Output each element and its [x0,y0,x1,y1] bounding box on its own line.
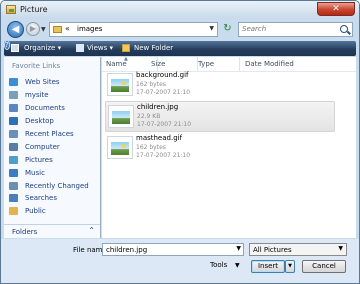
folder-icon [53,26,62,33]
recently-changed-icon [9,181,18,190]
sidebar-item-recent-places[interactable]: Recent Places [9,128,99,141]
column-header-size[interactable]: Size [147,57,198,71]
help-icon[interactable]: ? [4,40,10,50]
sidebar-item-music[interactable]: Music [9,166,99,179]
address-path[interactable]: images [77,25,102,33]
sidebar-item-searches[interactable]: Searches [9,192,99,205]
tools-menu[interactable]: Tools [210,261,227,269]
sidebar-item-label: Web Sites [25,78,60,87]
address-bar[interactable]: « images ▼ [49,22,218,37]
close-button[interactable]: ✕ [317,2,355,16]
sidebar-item-label: Pictures [25,155,53,164]
sidebar-item-web-sites[interactable]: Web Sites [9,76,99,89]
pictures-icon [9,155,18,164]
documents-icon [9,104,18,113]
folders-label: Folders [12,228,38,236]
chevron-down-icon[interactable]: ▼ [235,262,240,269]
recent-pages-dropdown[interactable]: ▼ [41,26,46,33]
file-date: 17-07-2007 21:10 [136,152,191,159]
chevron-down-icon[interactable]: ▼ [338,245,343,252]
sidebar-item-label: Recent Places [25,130,74,138]
file-name: children.jpg [137,103,179,111]
insert-button[interactable]: Insert [251,260,285,273]
sidebar-item-pictures[interactable]: Pictures [9,153,99,166]
favorite-links-list: Web Sites mysite Documents Desktop Recent Pl… [9,76,99,218]
public-icon [9,207,18,216]
picture-icon [6,5,16,14]
address-chevron[interactable]: « [65,24,70,33]
file-name-value[interactable]: children.jpg [106,246,147,254]
column-header-date-modified[interactable]: Date Modified [241,57,356,71]
file-size: 162 bytes [136,81,166,88]
sidebar-item-desktop[interactable]: Desktop [9,115,99,128]
file-size: 162 bytes [136,144,166,151]
image-thumbnail-icon [108,105,134,128]
file-name-field[interactable]: children.jpg ▼ [102,243,244,256]
sidebar-item-public[interactable]: Public [9,205,99,218]
sidebar-item-label: Documents [25,104,65,113]
file-list: Name ▲ Size Type Date Modified backgroun… [102,56,356,238]
search-icon[interactable] [340,25,348,33]
file-date: 17-07-2007 21:10 [136,89,191,96]
back-button[interactable]: ◀ [7,21,24,38]
new-folder-icon [122,44,130,52]
title-bar[interactable]: Picture ✕ [1,1,359,19]
sidebar-item-mysite[interactable]: mysite [9,89,99,102]
views-icon [76,44,84,52]
sort-arrow-icon: ▲ [124,56,128,62]
site-icon [9,91,18,100]
image-thumbnail-icon [107,73,133,96]
chevron-down-icon[interactable]: ▼ [236,245,241,252]
sidebar-item-label: Recently Changed [25,181,89,190]
window-title: Picture [20,5,48,14]
globe-icon [9,78,18,87]
file-type-value[interactable]: All Pictures [253,246,292,254]
sidebar-item-documents[interactable]: Documents [9,102,99,115]
column-header-type[interactable]: Type [194,57,240,71]
searches-icon [9,194,18,203]
sidebar-item-label: Searches [25,194,58,203]
file-item[interactable]: masthead.gif 162 bytes 17-07-2007 21:10 [105,133,335,164]
file-name: background.gif [136,71,189,79]
image-thumbnail-icon [107,136,133,159]
sidebar-item-label: Desktop [25,117,54,126]
file-item[interactable]: background.gif 162 bytes 17-07-2007 21:1… [105,70,335,101]
sidebar-item-label: Computer [25,142,60,151]
sidebar-item-computer[interactable]: Computer [9,140,99,153]
dialog-footer: File name: children.jpg ▼ All Pictures ▼… [1,239,359,283]
chevron-down-icon[interactable]: ▼ [209,25,214,32]
recent-places-icon [9,130,18,138]
file-item-selected[interactable]: children.jpg 22.9 KB 17-07-2007 21:10 [105,101,335,132]
sidebar-item-label: Public [25,207,46,216]
views-button[interactable]: Views ▾ [87,44,113,52]
computer-icon [9,142,18,151]
forward-button[interactable]: ▶ [26,22,40,36]
cancel-button[interactable]: Cancel [302,260,346,273]
music-icon [9,168,18,177]
new-folder-button[interactable]: New Folder [134,44,173,52]
insert-options-button[interactable]: ▼ [285,260,295,273]
file-date: 17-07-2007 21:10 [137,121,192,128]
favorite-links-heading: Favorite Links [12,62,61,70]
organize-icon [11,44,19,52]
folders-toggle[interactable]: Folders ⌃ [4,224,100,238]
desktop-icon [9,117,18,126]
search-box[interactable] [238,22,353,37]
organize-button[interactable]: Organize ▾ [24,44,61,52]
command-bar: Organize ▾ Views ▾ New Folder ? [4,40,356,56]
file-name: masthead.gif [136,134,183,142]
sidebar-item-recently-changed[interactable]: Recently Changed [9,179,99,192]
sidebar-item-label: Music [25,168,45,177]
chevron-up-icon[interactable]: ⌃ [88,226,95,235]
file-type-select[interactable]: All Pictures ▼ [249,243,347,256]
navigation-bar: ◀ ▶ ▼ « images ▼ ↻ [1,19,359,41]
search-input[interactable] [242,25,337,33]
navigation-pane: Favorite Links Web Sites mysite Documents D… [4,57,101,238]
file-size: 22.9 KB [137,113,161,120]
refresh-button[interactable]: ↻ [221,23,234,36]
sidebar-item-label: mysite [25,91,49,100]
picture-dialog: Picture ✕ ◀ ▶ ▼ « images ▼ ↻ Organize ▾ … [0,0,360,284]
